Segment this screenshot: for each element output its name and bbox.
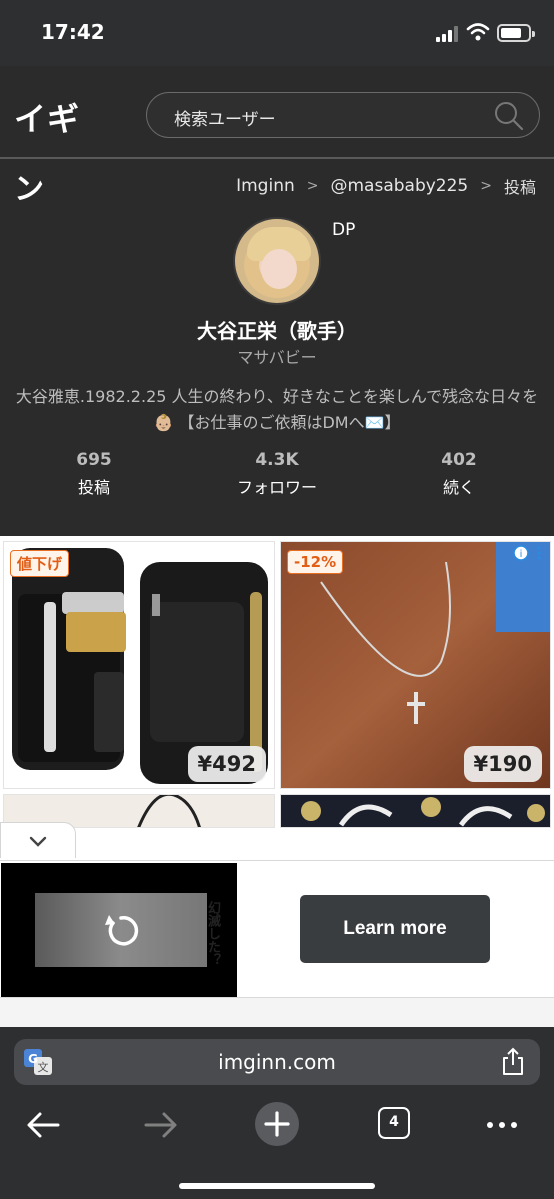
address-bar[interactable]: G 文 imginn.com — [14, 1039, 540, 1085]
home-indicator — [179, 1183, 375, 1189]
status-bar: 17:42 — [0, 0, 554, 66]
stat-label: フォロワー — [236, 478, 317, 497]
more-options-icon[interactable] — [482, 1105, 522, 1145]
breadcrumb-site[interactable]: Imginn — [236, 176, 295, 196]
stat-posts[interactable]: 695 投稿 — [24, 450, 164, 498]
ad-product-card[interactable]: 値下げ ¥492 — [3, 541, 275, 789]
search-icon[interactable] — [493, 100, 525, 132]
profile-handle: マサバビー — [237, 348, 317, 367]
ad-product-card[interactable] — [280, 794, 551, 828]
profile-stats: 695 投稿 4.3K フォロワー 402 続く — [0, 450, 554, 500]
stat-label: 投稿 — [77, 478, 110, 497]
site-logo[interactable]: イギ — [14, 94, 80, 140]
breadcrumb-current: 投稿 — [503, 178, 536, 197]
ad-product-card[interactable]: -12% i ¥190 — [280, 541, 551, 789]
price-badge: ¥190 — [463, 746, 542, 782]
search-placeholder: 検索ユーザー — [174, 110, 276, 130]
discount-tag: 値下げ — [10, 550, 70, 577]
tab-switcher-button[interactable]: 4 — [378, 1107, 410, 1139]
back-icon[interactable] — [24, 1105, 64, 1145]
stat-value: 402 — [441, 450, 477, 470]
dp-link[interactable]: DP — [332, 220, 355, 240]
price-badge: ¥492 — [187, 746, 266, 782]
stat-followers[interactable]: 4.3K フォロワー — [207, 450, 347, 498]
browser-toolbar: G 文 imginn.com 4 — [0, 1027, 554, 1199]
chevron-down-icon — [29, 836, 47, 847]
new-tab-icon[interactable] — [254, 1101, 300, 1147]
discount-tag: -12% — [287, 550, 344, 574]
search-input[interactable]: 検索ユーザー — [146, 92, 540, 138]
adchoices-icon[interactable]: i — [512, 544, 546, 562]
profile-bio: 大谷雅恵.1982.2.25 人生の終わり、好きなことを楽しんで残念な日々を👶🏼… — [15, 387, 539, 432]
collapse-ad-button[interactable] — [0, 822, 76, 858]
video-ad-player[interactable]: 幻滅した？ — [1, 863, 237, 997]
replay-icon[interactable] — [101, 911, 141, 951]
wifi-icon — [466, 23, 490, 41]
status-time: 17:42 — [41, 20, 105, 44]
video-ad-banner: 幻滅した？ Learn more — [0, 860, 554, 998]
avatar[interactable] — [233, 217, 321, 305]
breadcrumb-separator: > — [480, 178, 492, 194]
battery-icon — [497, 24, 535, 42]
stat-following[interactable]: 402 続く — [389, 450, 529, 498]
profile-name: 大谷正栄（歌手） — [197, 319, 357, 343]
site-logo-continued[interactable]: ン — [14, 164, 44, 208]
url-text: imginn.com — [218, 1050, 336, 1074]
breadcrumb-user[interactable]: @masababy225 — [330, 176, 468, 196]
breadcrumb: Imginn > @masababy225 > 投稿 — [236, 174, 536, 198]
manga-caption: 幻滅した？ — [205, 901, 220, 966]
breadcrumb-separator: > — [306, 178, 319, 194]
header-divider — [0, 157, 554, 159]
page-bottom-strip — [0, 998, 554, 1028]
forward-icon[interactable] — [140, 1105, 180, 1145]
stat-label: 続く — [442, 478, 475, 497]
stat-value: 4.3K — [255, 450, 299, 470]
share-icon[interactable] — [500, 1047, 526, 1077]
cellular-signal-icon — [436, 26, 460, 42]
site-header: イギ 検索ユーザー — [0, 66, 554, 158]
svg-text:i: i — [520, 549, 523, 560]
stat-value: 695 — [76, 450, 112, 470]
learn-more-button[interactable]: Learn more — [300, 895, 490, 963]
crane-pattern-image — [301, 797, 545, 827]
